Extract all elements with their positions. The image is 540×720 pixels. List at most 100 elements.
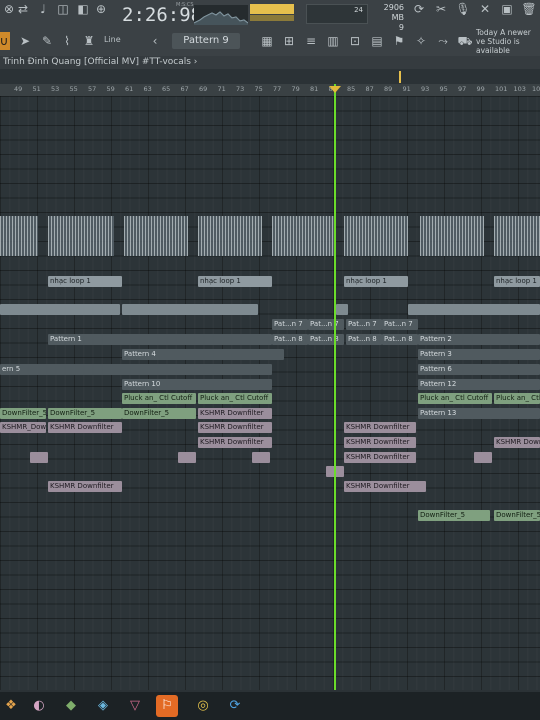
clip-pluck[interactable]: Pluck an_ Ctl Cutoff (494, 393, 540, 404)
mic-icon[interactable]: 🎙 (454, 0, 472, 18)
clip-pattern-2[interactable]: Pattern 2 (418, 334, 540, 345)
app-icon[interactable]: ⟳ (224, 695, 246, 717)
clip-kshmr[interactable]: KSHMR Downfilter (198, 408, 272, 419)
memory-indicator: 2906 MB 9 (374, 3, 404, 33)
news-panel[interactable]: Today A newer ve Studio is available (476, 28, 540, 55)
mixer-icon[interactable]: ≡ (302, 32, 320, 50)
plugin-icon[interactable]: ⊡ (346, 32, 364, 50)
clip-pattern-13[interactable]: Pattern 13 (418, 408, 540, 419)
clip-nhac-loop[interactable]: nhạc loop 1 (344, 276, 408, 287)
blend-icon[interactable]: ⊕ (92, 0, 110, 18)
clip-pluck[interactable]: Pluck an_ Ctl Cutoff (122, 393, 196, 404)
clip-vocal[interactable] (408, 304, 540, 315)
chevron-left-icon[interactable]: ‹ (146, 32, 164, 50)
clip-nhac-loop[interactable]: nhạc loop 1 (494, 276, 540, 287)
start-icon[interactable]: ❖ (0, 695, 22, 717)
clip-nhac-loop[interactable]: nhạc loop 1 (198, 276, 272, 287)
playlist-icon[interactable]: ▦ (258, 32, 276, 50)
clip-small[interactable] (474, 452, 492, 463)
magnet-snap-icon[interactable]: ∪ (0, 32, 10, 50)
clip-pattern-4[interactable]: Pattern 4 (122, 349, 284, 360)
clip-pattern-7[interactable]: Pat...n 7 (346, 319, 382, 330)
clip-pluck[interactable]: Pluck an_ Ctl Cutoff (198, 393, 272, 404)
clip-vocal[interactable] (336, 304, 348, 315)
clip-small[interactable] (30, 452, 48, 463)
clip-kshmr[interactable]: KSHMR Downfilter (344, 422, 416, 433)
stamp-icon[interactable]: ♜ (80, 32, 98, 50)
clip-kshmr[interactable]: KSHMR Downfilter (48, 481, 122, 492)
clip-pattern-7[interactable]: Pat...n 7 (272, 319, 308, 330)
clip-pattern-10[interactable]: Pattern 10 (122, 379, 272, 390)
save-icon[interactable]: ▣ (498, 0, 516, 18)
clip-downfilter[interactable]: DownFilter_5 (0, 408, 46, 419)
cut-icon[interactable]: ✂ (432, 0, 450, 18)
draw-icon[interactable]: ➤ (16, 32, 34, 50)
playhead[interactable] (334, 84, 336, 690)
browser-icon[interactable]: ▤ (368, 32, 386, 50)
playlist-grid[interactable]: nhạc loop 1 nhạc loop 1 nhạc loop 1 nhạc… (0, 96, 540, 690)
clip-kshmr-downlifter[interactable]: KSHMR_Downlifter 3 (0, 422, 46, 433)
clip-kshmr[interactable]: KSHMR Downfilter (494, 437, 540, 448)
files-icon[interactable]: ◈ (92, 695, 114, 717)
clip-pattern-3[interactable]: Pattern 3 (418, 349, 540, 360)
clip-pattern-6[interactable]: Pattern 6 (418, 364, 540, 375)
fl-studio-icon[interactable]: ⚐ (156, 695, 178, 717)
clip-kshmr[interactable]: KSHMR Downfilter (48, 422, 122, 433)
clip-vocal[interactable] (122, 304, 258, 315)
clip-kshmr[interactable]: KSHMR Downfilter (198, 422, 272, 433)
timeline-ruler[interactable]: 49 51 53 55 57 59 61 63 65 67 69 71 73 75 77 79 81 83 85 87… (0, 84, 540, 96)
channel-rack-icon[interactable]: ⊞ (280, 32, 298, 50)
powerpoint-icon[interactable]: ▽ (124, 695, 146, 717)
clip-pluck[interactable]: Pluck an_ Ctl Cutoff (418, 393, 492, 404)
clip-pattern-7[interactable]: Pat...n 7 (382, 319, 418, 330)
playhead-marker-icon[interactable] (329, 86, 341, 93)
clip-pattern-8[interactable]: Pat...n 8 (346, 334, 382, 345)
pattern-selector[interactable]: Pattern 9 (172, 33, 240, 49)
trash-icon[interactable]: 🗑 (520, 0, 538, 18)
songmode-icon[interactable]: ⇄ (14, 0, 32, 18)
clip-downfilter[interactable]: DownFilter_5 (418, 510, 490, 521)
clip-pattern-8[interactable]: Pat...n 8 (272, 334, 308, 345)
clip-kshmr[interactable]: KSHMR Downfilter (198, 437, 272, 448)
paint-icon[interactable]: ✎ (38, 32, 56, 50)
loop-marker[interactable] (399, 71, 401, 83)
edge-icon[interactable]: ◐ (28, 695, 50, 717)
clip-pattern-8[interactable]: Pat...n 8 (382, 334, 418, 345)
piano-roll-icon[interactable]: ▥ (324, 32, 342, 50)
reset-icon[interactable]: ⟳ (410, 0, 428, 18)
minecraft-icon[interactable]: ◆ (60, 695, 82, 717)
master-volume-bar[interactable] (250, 4, 294, 14)
plugin-picker-icon[interactable]: ⚑ (390, 32, 408, 50)
clip-nhac-loop[interactable]: nhạc loop 1 (48, 276, 122, 287)
ruler-tick: 57 (88, 85, 97, 93)
clip-downfilter[interactable]: DownFilter_5 (48, 408, 122, 419)
clip-pattern-12[interactable]: Pattern 12 (418, 379, 540, 390)
close-tool-icon[interactable]: ✕ (476, 0, 494, 18)
toolbar-row-top: ⊗ ⇄ ♩ ◫ ◧ ⊕ 2:26:98 M:S:CS 24 2906 MB 9 … (0, 0, 540, 33)
master-pitch-bar[interactable] (250, 15, 294, 21)
slice-icon[interactable]: ⌇ (58, 32, 76, 50)
breadcrumb[interactable]: Trinh Đinh Quang [Official MV] #TT-vocal… (0, 56, 540, 69)
chrome-icon[interactable]: ◎ (192, 695, 214, 717)
clip-kshmr[interactable]: KSHMR Downfilter (344, 481, 426, 492)
metronome-icon[interactable]: ♩ (34, 0, 52, 18)
audio-waveform (420, 216, 484, 256)
clip-pattern-7[interactable]: Pat...n 7 (308, 319, 344, 330)
touch-icon[interactable]: ⤳ (434, 32, 452, 50)
clip-small[interactable] (252, 452, 270, 463)
cart-icon[interactable]: ⛟ (456, 32, 474, 50)
ruler-tick: 89 (384, 85, 393, 93)
snap-mode-label[interactable]: Line (104, 35, 121, 44)
clip-vocal[interactable] (0, 304, 120, 315)
help-icon[interactable]: ✧ (412, 32, 430, 50)
clip-pattern-5[interactable]: ern 5 (0, 364, 272, 375)
clip-downfilter[interactable]: DownFilter_5 (122, 408, 196, 419)
clip-pattern-8[interactable]: Pat...n 8 (308, 334, 344, 345)
countdown-icon[interactable]: ◧ (74, 0, 92, 18)
clip-kshmr[interactable]: KSHMR Downfilter (344, 452, 416, 463)
clip-kshmr[interactable]: KSHMR Downfilter (344, 437, 416, 448)
clip-downfilter[interactable]: DownFilter_5 (494, 510, 540, 521)
clip-pattern-1[interactable]: Pattern 1 (48, 334, 272, 345)
wait-icon[interactable]: ◫ (54, 0, 72, 18)
clip-small[interactable] (178, 452, 196, 463)
